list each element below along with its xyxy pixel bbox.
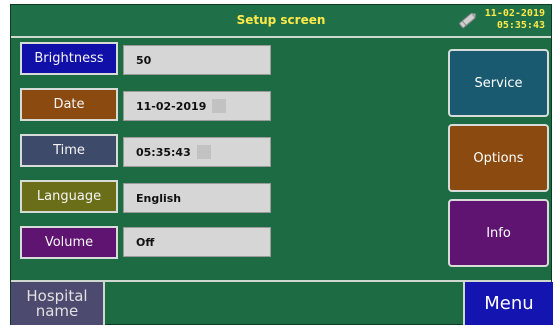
time-cursor: [196, 145, 211, 159]
date-cursor: [212, 99, 227, 113]
language-value: English: [136, 191, 182, 205]
header-bar: Setup screen 11-02-2019 05:35:43: [11, 5, 551, 38]
header-datetime: 11-02-2019 05:35:43: [485, 8, 545, 32]
header-date: 11-02-2019: [484, 8, 545, 19]
hospital-name-button[interactable]: Hospital name: [11, 282, 105, 325]
time-value: 05:35:43: [136, 145, 191, 159]
service-button[interactable]: Service: [448, 49, 549, 117]
setup-screen: Setup screen 11-02-2019 05:35:43 Brightn…: [10, 4, 553, 325]
language-field[interactable]: English: [123, 183, 271, 213]
header-time: 05:35:43: [496, 20, 545, 31]
volume-value: Off: [136, 235, 155, 249]
brightness-field[interactable]: 50: [123, 45, 271, 75]
date-field[interactable]: 11-02-2019: [123, 91, 271, 121]
brightness-value: 50: [136, 53, 152, 67]
pen-icon: [459, 13, 476, 29]
date-button[interactable]: Date: [20, 88, 118, 121]
date-value: 11-02-2019: [136, 99, 207, 113]
menu-button[interactable]: Menu: [463, 282, 553, 325]
options-button[interactable]: Options: [448, 124, 549, 192]
time-button[interactable]: Time: [20, 134, 118, 167]
volume-field[interactable]: Off: [123, 227, 271, 257]
time-field[interactable]: 05:35:43: [123, 137, 271, 167]
brightness-button[interactable]: Brightness: [20, 42, 118, 75]
volume-button[interactable]: Volume: [20, 226, 118, 259]
language-button[interactable]: Language: [20, 180, 118, 213]
info-button[interactable]: Info: [448, 199, 549, 267]
